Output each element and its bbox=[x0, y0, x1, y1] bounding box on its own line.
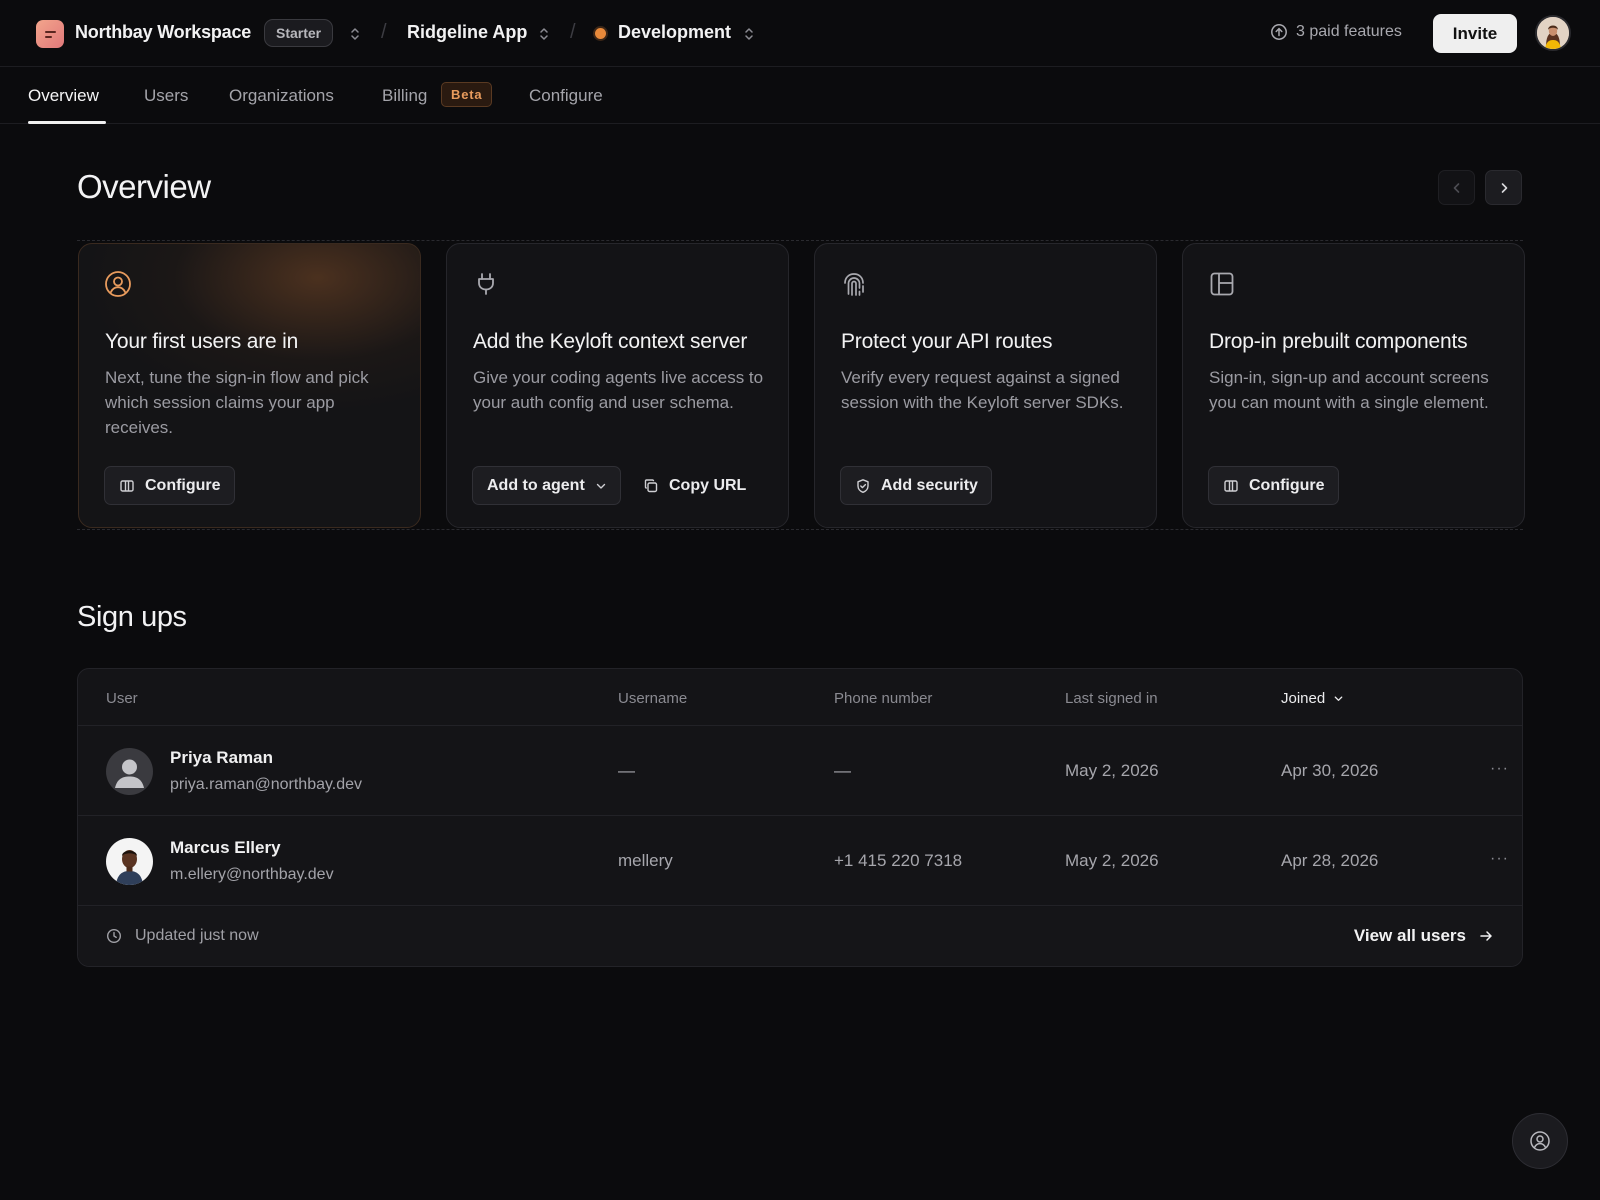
environment-switcher-icon[interactable] bbox=[743, 26, 755, 42]
card-description: Next, tune the sign-in flow and pick whi… bbox=[105, 368, 369, 437]
workspace-name[interactable]: Northbay Workspace bbox=[75, 22, 251, 43]
column-header-username: Username bbox=[618, 690, 688, 707]
support-fab-button[interactable] bbox=[1512, 1113, 1568, 1169]
user-avatar[interactable] bbox=[1535, 15, 1571, 51]
column-header-phone: Phone number bbox=[834, 690, 933, 707]
sort-chevron-down-icon bbox=[1333, 693, 1344, 704]
user-name: Priya Raman bbox=[170, 748, 273, 767]
chevron-down-icon bbox=[595, 480, 607, 492]
last-signed-in-cell: May 2, 2026 bbox=[1065, 761, 1159, 780]
active-tab-indicator bbox=[28, 121, 106, 124]
tab-organizations[interactable]: Organizations bbox=[229, 86, 334, 106]
column-header-user: User bbox=[106, 690, 138, 707]
phone-cell: — bbox=[834, 761, 851, 780]
phone-cell: +1 415 220 7318 bbox=[834, 851, 963, 870]
plan-badge: Starter bbox=[264, 19, 334, 47]
updated-status: Updated just now bbox=[106, 927, 259, 945]
default-avatar-icon bbox=[106, 748, 153, 795]
carousel-prev-button[interactable] bbox=[1438, 170, 1475, 205]
last-signed-in-cell: May 2, 2026 bbox=[1065, 851, 1159, 870]
beta-badge: Beta bbox=[441, 82, 493, 107]
upgrade-arrow-icon bbox=[1270, 23, 1288, 41]
more-actions-icon[interactable]: ··· bbox=[1490, 760, 1509, 778]
view-all-users-link[interactable]: View all users bbox=[1354, 926, 1494, 946]
card-title: Protect your API routes bbox=[841, 330, 1053, 353]
card-description: Sign-in, sign-up and account screens you… bbox=[1209, 368, 1489, 412]
column-header-joined[interactable]: Joined bbox=[1281, 690, 1344, 707]
card-description: Give your coding agents live access to y… bbox=[473, 368, 764, 412]
user-circle-icon bbox=[104, 270, 132, 298]
card-title: Add the Keyloft context server bbox=[473, 330, 748, 353]
environment-name[interactable]: Development bbox=[618, 22, 731, 43]
joined-cell: Apr 30, 2026 bbox=[1281, 761, 1379, 780]
tab-users[interactable]: Users bbox=[144, 86, 188, 106]
tab-billing[interactable]: Billing bbox=[382, 86, 427, 106]
chevron-right-icon bbox=[1497, 181, 1511, 195]
add-to-agent-label: Add to agent bbox=[487, 476, 585, 494]
plug-icon bbox=[472, 270, 500, 298]
column-header-joined-label: Joined bbox=[1281, 690, 1326, 707]
table-footer: Updated just now View all users bbox=[78, 907, 1522, 966]
environment-status-dot bbox=[595, 28, 606, 39]
updated-label: Updated just now bbox=[135, 927, 259, 944]
columns-icon bbox=[1223, 478, 1239, 494]
page-title: Overview bbox=[77, 168, 211, 205]
breadcrumb-separator: / bbox=[381, 21, 387, 43]
table-row[interactable]: Priya Raman priya.raman@northbay.dev — —… bbox=[78, 726, 1522, 816]
more-actions-icon[interactable]: ··· bbox=[1490, 850, 1509, 868]
username-cell: mellery bbox=[618, 851, 673, 870]
shield-icon bbox=[855, 478, 871, 494]
paid-features-link[interactable]: 3 paid features bbox=[1270, 23, 1402, 41]
signups-table: User Username Phone number Last signed i… bbox=[77, 668, 1523, 967]
card-title: Drop-in prebuilt components bbox=[1209, 330, 1468, 353]
main-tabs: Overview Users Organizations Billing Bet… bbox=[0, 67, 1600, 124]
chevron-left-icon bbox=[1450, 181, 1464, 195]
workspace-logo-icon[interactable] bbox=[36, 20, 64, 48]
layout-icon bbox=[1208, 270, 1236, 298]
column-header-last-signed-in: Last signed in bbox=[1065, 690, 1158, 707]
joined-cell: Apr 28, 2026 bbox=[1281, 851, 1379, 870]
tab-overview[interactable]: Overview bbox=[28, 86, 99, 106]
top-bar: Northbay Workspace Starter / Ridgeline A… bbox=[0, 0, 1600, 67]
configure-button[interactable]: Configure bbox=[1208, 466, 1339, 505]
user-circle-icon bbox=[1529, 1130, 1551, 1152]
app-switcher-icon[interactable] bbox=[538, 26, 550, 42]
arrow-right-icon bbox=[1478, 928, 1494, 944]
columns-icon bbox=[119, 478, 135, 494]
breadcrumb-separator: / bbox=[570, 21, 576, 43]
add-to-agent-button[interactable]: Add to agent bbox=[472, 466, 621, 505]
user-photo-avatar bbox=[106, 838, 153, 885]
user-email: m.ellery@northbay.dev bbox=[170, 866, 334, 883]
tab-configure[interactable]: Configure bbox=[529, 86, 603, 106]
card-description: Verify every request against a signed se… bbox=[841, 368, 1124, 412]
section-title: Sign ups bbox=[77, 601, 187, 633]
card-prebuilt-components: Drop-in prebuilt components Sign-in, sig… bbox=[1182, 243, 1525, 528]
carousel-next-button[interactable] bbox=[1485, 170, 1522, 205]
paid-features-label: 3 paid features bbox=[1296, 23, 1402, 40]
copy-url-button[interactable]: Copy URL bbox=[643, 466, 746, 505]
card-title: Your first users are in bbox=[105, 330, 299, 353]
copy-url-label: Copy URL bbox=[669, 476, 747, 494]
workspace-switcher-icon[interactable] bbox=[349, 26, 361, 42]
fingerprint-icon bbox=[840, 270, 868, 298]
invite-button[interactable]: Invite bbox=[1433, 14, 1517, 53]
configure-button[interactable]: Configure bbox=[104, 466, 235, 505]
username-cell: — bbox=[618, 761, 635, 780]
user-name: Marcus Ellery bbox=[170, 838, 281, 857]
app-name[interactable]: Ridgeline App bbox=[407, 22, 527, 43]
copy-icon bbox=[643, 478, 659, 494]
configure-button-label: Configure bbox=[1249, 476, 1325, 494]
add-security-label: Add security bbox=[881, 476, 978, 494]
card-first-users: Your first users are in Next, tune the s… bbox=[78, 243, 421, 528]
configure-button-label: Configure bbox=[145, 476, 221, 494]
user-email: priya.raman@northbay.dev bbox=[170, 776, 363, 793]
view-all-users-label: View all users bbox=[1353, 926, 1466, 945]
table-row[interactable]: Marcus Ellery m.ellery@northbay.dev mell… bbox=[78, 816, 1522, 906]
card-context-server: Add the Keyloft context server Give your… bbox=[446, 243, 789, 528]
clock-icon bbox=[106, 928, 122, 944]
add-security-button[interactable]: Add security bbox=[840, 466, 992, 505]
card-protect-api: Protect your API routes Verify every req… bbox=[814, 243, 1157, 528]
